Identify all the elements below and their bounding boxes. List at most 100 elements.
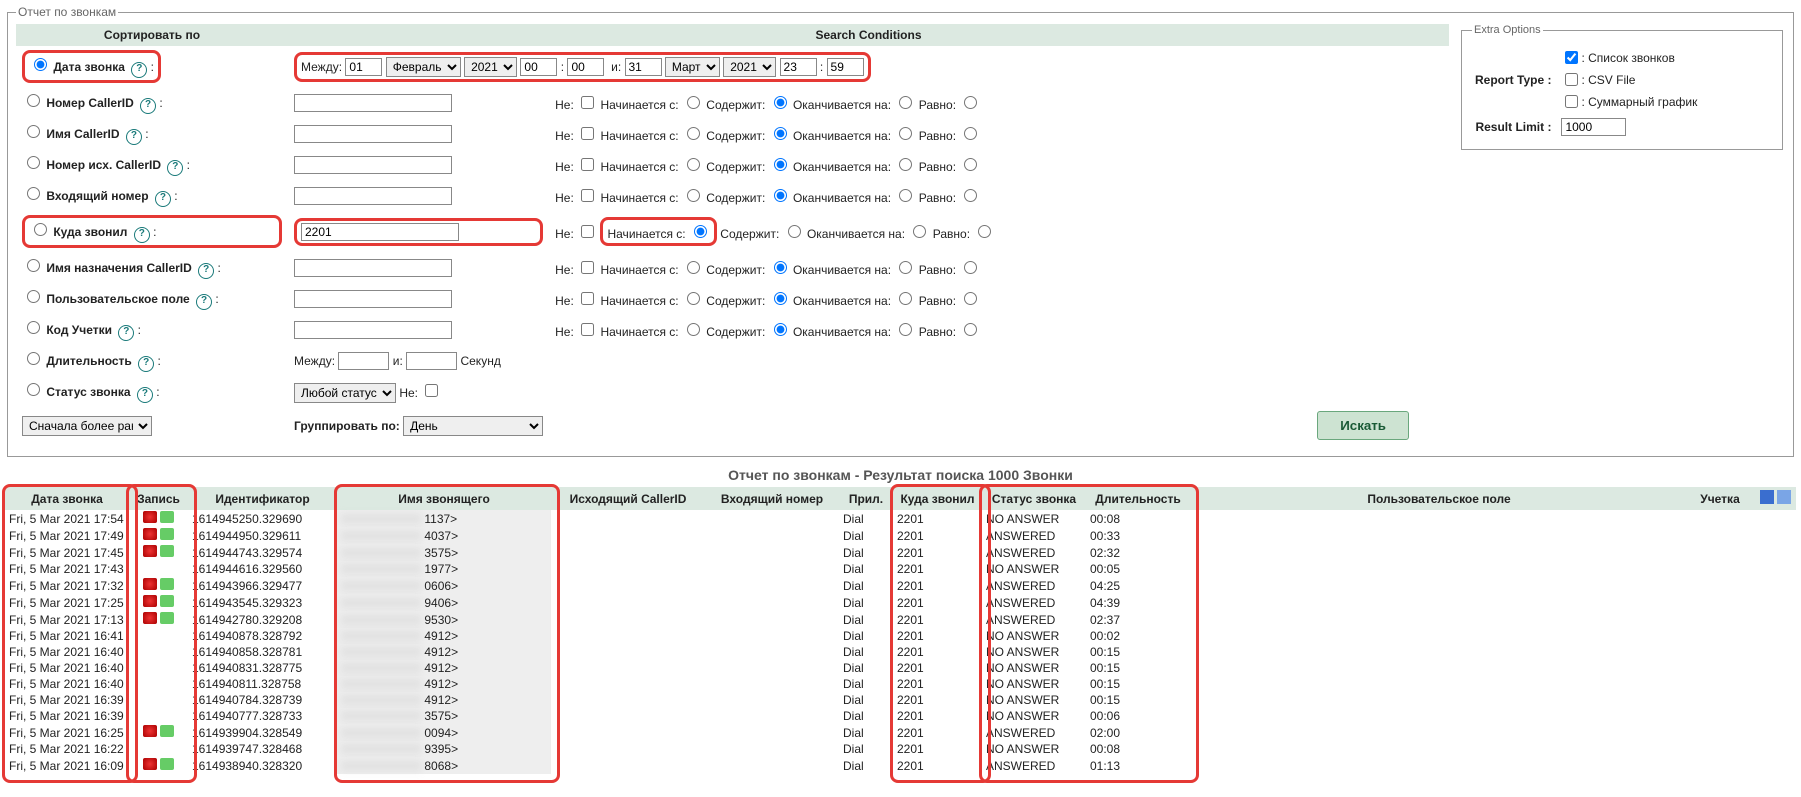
search-button[interactable]: Искать	[1317, 411, 1409, 440]
th-app[interactable]: Прил.	[839, 487, 893, 510]
to-min[interactable]	[827, 58, 864, 76]
contains-inNum[interactable]	[774, 189, 787, 202]
contains-dst[interactable]	[788, 225, 801, 238]
equals-inNum[interactable]	[964, 189, 977, 202]
equals-dstName[interactable]	[964, 261, 977, 274]
equals-acct[interactable]	[964, 323, 977, 336]
help-icon[interactable]: ?	[167, 160, 183, 176]
to-year[interactable]: 2021	[723, 57, 776, 77]
chk-callslist[interactable]	[1565, 51, 1578, 64]
ne-dst[interactable]	[581, 225, 594, 238]
input-dst[interactable]	[301, 223, 459, 241]
help-icon[interactable]: ?	[126, 129, 142, 145]
starts-userField[interactable]	[687, 292, 700, 305]
input-dstName[interactable]	[294, 259, 452, 277]
status-select[interactable]: Любой статус	[294, 383, 396, 403]
radio-dst[interactable]	[34, 223, 47, 236]
from-day[interactable]	[345, 58, 382, 76]
contains-callerIdNum[interactable]	[774, 96, 787, 109]
equals-userField[interactable]	[964, 292, 977, 305]
download-icon[interactable]	[160, 612, 174, 624]
contains-acct[interactable]	[774, 323, 787, 336]
dur-to[interactable]	[406, 352, 457, 370]
th-userfield[interactable]: Пользовательское поле	[1190, 487, 1688, 510]
download-icon[interactable]	[160, 725, 174, 737]
ne-inNum[interactable]	[581, 189, 594, 202]
help-icon[interactable]: ?	[137, 387, 153, 403]
help-icon[interactable]: ?	[140, 98, 156, 114]
equals-callerIdNum[interactable]	[964, 96, 977, 109]
help-icon[interactable]: ?	[198, 263, 214, 279]
starts-dstName[interactable]	[687, 261, 700, 274]
ne-userField[interactable]	[581, 292, 594, 305]
play-icon[interactable]	[143, 528, 157, 540]
starts-dst[interactable]	[694, 225, 707, 238]
input-callerIdNum[interactable]	[294, 94, 452, 112]
th-status[interactable]: Статус звонка	[982, 487, 1086, 510]
play-icon[interactable]	[143, 612, 157, 624]
ends-dstName[interactable]	[899, 261, 912, 274]
th-acct[interactable]: Учетка	[1688, 487, 1752, 510]
th-rec[interactable]: Запись	[129, 487, 188, 510]
chk-csv[interactable]	[1565, 73, 1578, 86]
download-icon[interactable]	[160, 595, 174, 607]
ne-outCallerId[interactable]	[581, 158, 594, 171]
play-icon[interactable]	[143, 578, 157, 590]
radio-date[interactable]	[34, 58, 47, 71]
help-icon[interactable]: ?	[134, 227, 150, 243]
ends-callerIdNum[interactable]	[899, 96, 912, 109]
contains-callerIdName[interactable]	[774, 127, 787, 140]
download-icon[interactable]	[160, 758, 174, 770]
radio-dstName[interactable]	[27, 259, 40, 272]
ne-callerIdName[interactable]	[581, 127, 594, 140]
input-acct[interactable]	[294, 321, 452, 339]
order-select[interactable]: Сначала более ранние	[22, 416, 152, 436]
input-callerIdName[interactable]	[294, 125, 452, 143]
radio-duration[interactable]	[27, 352, 40, 365]
help-icon[interactable]: ?	[118, 325, 134, 341]
input-userField[interactable]	[294, 290, 452, 308]
play-icon[interactable]	[143, 545, 157, 557]
download-icon[interactable]	[160, 578, 174, 590]
download-icon[interactable]	[160, 545, 174, 557]
groupby-select[interactable]: День	[403, 416, 543, 436]
radio-callerIdNum[interactable]	[27, 94, 40, 107]
th-dst[interactable]: Куда звонил	[893, 487, 982, 510]
equals-outCallerId[interactable]	[964, 158, 977, 171]
starts-outCallerId[interactable]	[687, 158, 700, 171]
ends-userField[interactable]	[899, 292, 912, 305]
starts-callerIdName[interactable]	[687, 127, 700, 140]
dur-from[interactable]	[338, 352, 389, 370]
help-icon[interactable]: ?	[196, 294, 212, 310]
from-min[interactable]	[567, 58, 604, 76]
to-day[interactable]	[625, 58, 662, 76]
ends-dst[interactable]	[913, 225, 926, 238]
to-hour[interactable]	[780, 58, 817, 76]
play-icon[interactable]	[143, 595, 157, 607]
play-icon[interactable]	[143, 758, 157, 770]
th-dur[interactable]: Длительность	[1086, 487, 1190, 510]
radio-acct[interactable]	[27, 321, 40, 334]
download-icon[interactable]	[160, 511, 174, 523]
ends-callerIdName[interactable]	[899, 127, 912, 140]
play-icon[interactable]	[143, 511, 157, 523]
th-innum[interactable]: Входящий номер	[705, 487, 839, 510]
input-outCallerId[interactable]	[294, 156, 452, 174]
from-year[interactable]: 2021	[464, 57, 517, 77]
equals-callerIdName[interactable]	[964, 127, 977, 140]
play-icon[interactable]	[143, 725, 157, 737]
ne-callerIdNum[interactable]	[581, 96, 594, 109]
to-month[interactable]: Март	[665, 57, 720, 77]
download-icon[interactable]	[160, 528, 174, 540]
export-icon[interactable]	[1777, 490, 1791, 504]
input-inNum[interactable]	[294, 187, 452, 205]
ends-outCallerId[interactable]	[899, 158, 912, 171]
starts-callerIdNum[interactable]	[687, 96, 700, 109]
help-icon[interactable]: ?	[138, 356, 154, 372]
starts-acct[interactable]	[687, 323, 700, 336]
from-hour[interactable]	[520, 58, 557, 76]
refresh-icon[interactable]	[1760, 490, 1774, 504]
radio-callerIdName[interactable]	[27, 125, 40, 138]
help-icon[interactable]: ?	[131, 62, 147, 78]
radio-outCallerId[interactable]	[27, 156, 40, 169]
